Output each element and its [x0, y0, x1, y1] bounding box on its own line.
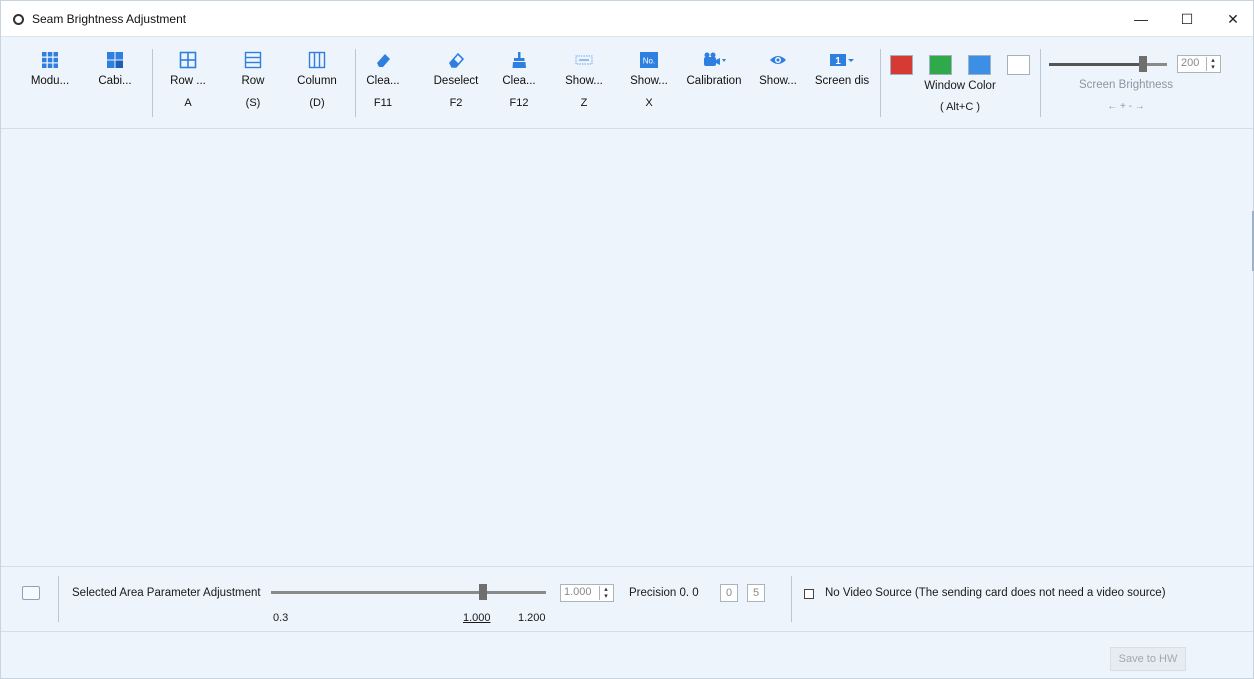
show-seam-button[interactable]: Show... Z [553, 51, 615, 109]
cabinet-icon [107, 52, 123, 68]
brightness-spinbox[interactable]: 200 ▴ ▾ [1177, 55, 1221, 73]
toolbar-divider [152, 49, 153, 117]
show-eye-label: Show... [759, 75, 797, 87]
green-color-swatch[interactable] [929, 55, 952, 75]
eraser-outline-icon [449, 52, 465, 68]
show-number-button[interactable]: No. Show... X [618, 51, 680, 109]
keyboard-icon[interactable] [22, 586, 40, 600]
precision-label: Precision 0. 0 [629, 587, 699, 599]
row-grid-icon [179, 51, 197, 69]
svg-text:No.: No. [643, 57, 655, 66]
clear-all-button[interactable]: Clea... F12 [488, 51, 550, 109]
brightness-slider-fill [1049, 63, 1144, 66]
spin-arrows-icon[interactable]: ▴ ▾ [1206, 57, 1219, 71]
clear-all-shortcut: F12 [509, 97, 529, 109]
param-adjust-label: Selected Area Parameter Adjustment [72, 587, 261, 599]
app-circle-icon [13, 14, 24, 25]
param-slider-thumb[interactable] [478, 584, 487, 600]
row-select-button[interactable]: Row ... A [157, 51, 219, 109]
screen-brightness-label: Screen Brightness [1079, 79, 1173, 91]
minimize-button[interactable]: — [1118, 1, 1164, 37]
title-bar: Seam Brightness Adjustment — ☐ ✕ [1, 1, 1253, 37]
cabinet-button[interactable]: Cabi... [84, 51, 146, 87]
close-button[interactable]: ✕ [1210, 1, 1254, 37]
module-button[interactable]: Modu... [19, 51, 81, 87]
svg-text:1: 1 [835, 56, 841, 67]
module-label: Modu... [30, 75, 70, 87]
parameter-panel: Selected Area Parameter Adjustment 1.000… [1, 566, 1253, 632]
broom-icon [512, 52, 526, 68]
no-video-label[interactable]: No Video Source (The sending card does n… [825, 587, 1166, 599]
window-title: Seam Brightness Adjustment [32, 12, 187, 26]
row-select-label: Row ... [170, 75, 206, 87]
param-min-label: 0.3 [273, 612, 289, 624]
deselect-button[interactable]: Deselect F2 [425, 51, 487, 109]
row-button[interactable]: Row (S) [222, 51, 284, 109]
dashed-rect-icon [575, 55, 593, 65]
panel-divider [791, 576, 792, 622]
module-grid-icon [42, 52, 58, 68]
show-number-label: Show... [630, 75, 668, 87]
clear-shortcut: F11 [373, 97, 393, 109]
window-color-shortcut: ( Alt+C ) [939, 101, 981, 113]
screen-number-icon: 1 [830, 54, 854, 67]
maximize-button[interactable]: ☐ [1164, 1, 1210, 37]
show-number-shortcut: X [645, 97, 653, 109]
screen-dis-button[interactable]: 1 Screen dis [811, 51, 873, 87]
screen-canvas[interactable] [1, 130, 1253, 566]
show-seam-label: Show... [565, 75, 603, 87]
column-lines-icon [308, 51, 326, 69]
eraser-icon [377, 54, 390, 67]
precision-step-input[interactable]: 5 [747, 584, 765, 602]
no-video-checkbox[interactable] [804, 589, 814, 599]
brightness-arrows-hint: ← + - → [1107, 101, 1145, 112]
toolbar-divider [880, 49, 881, 117]
row-label: Row [241, 75, 265, 87]
precision-digit-input[interactable]: 0 [720, 584, 738, 602]
app-window: Seam Brightness Adjustment — ☐ ✕ Modu...… [0, 0, 1254, 679]
toolbar-divider [1040, 49, 1041, 117]
brightness-slider-thumb[interactable] [1139, 56, 1148, 72]
cabinet-label: Cabi... [98, 75, 132, 87]
toolbar: Modu... Cabi... Row ... A Row (S) Column… [1, 37, 1253, 129]
screen-dis-label: Screen dis [814, 75, 870, 87]
deselect-shortcut: F2 [449, 97, 463, 109]
row-lines-icon [244, 51, 262, 69]
calibration-button[interactable]: Calibration [683, 51, 745, 87]
column-button[interactable]: Column (D) [286, 51, 348, 109]
param-spinbox[interactable]: 1.000 ▴ ▾ [560, 584, 614, 602]
blue-color-swatch[interactable] [968, 55, 991, 75]
row-shortcut: (S) [245, 97, 261, 109]
window-color-label: Window Color [924, 80, 996, 92]
calibration-icon [704, 52, 726, 66]
clear-button[interactable]: Clea... F11 [352, 51, 414, 109]
spin-arrows-icon[interactable]: ▴ ▾ [599, 586, 612, 600]
calibration-label: Calibration [686, 75, 742, 87]
param-value: 1.000 [564, 586, 592, 598]
column-label: Column [297, 75, 337, 87]
param-slider-track[interactable] [271, 591, 546, 594]
number-badge-icon: No. [640, 52, 658, 68]
deselect-label: Deselect [433, 75, 479, 87]
clear-label: Clea... [366, 75, 400, 87]
show-eye-button[interactable]: Show... [747, 51, 809, 87]
show-seam-shortcut: Z [580, 97, 588, 109]
panel-divider [58, 576, 59, 622]
brightness-value: 200 [1181, 57, 1200, 69]
clear-all-label: Clea... [502, 75, 536, 87]
param-max-label: 1.200 [518, 612, 546, 624]
param-current-label: 1.000 [463, 612, 491, 624]
save-to-hw-button[interactable]: Save to HW [1110, 647, 1186, 671]
eye-icon [770, 56, 786, 64]
row-select-shortcut: A [184, 97, 192, 109]
red-color-swatch[interactable] [890, 55, 913, 75]
white-color-swatch[interactable] [1007, 55, 1030, 75]
column-shortcut: (D) [309, 97, 325, 109]
